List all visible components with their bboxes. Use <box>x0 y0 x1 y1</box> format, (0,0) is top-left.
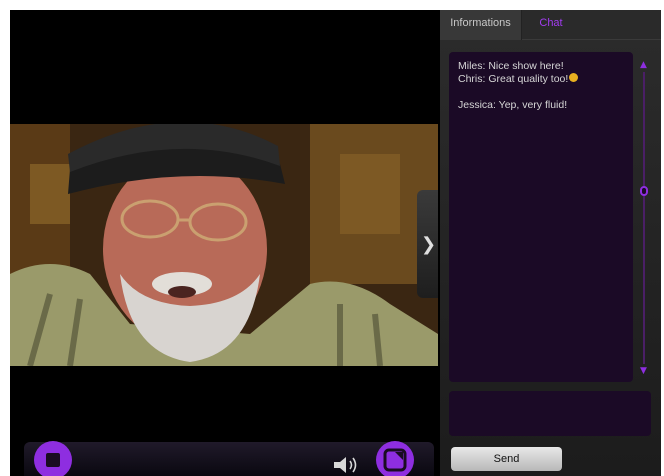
panel-tabs: Informations Chat <box>440 10 661 40</box>
chat-message-text: Chris: Great quality too! <box>458 73 569 85</box>
chat-message: Jessica: Yep, very fluid! <box>458 99 568 111</box>
chat-message: Chris: Great quality too! <box>458 73 624 86</box>
side-panel: Informations Chat Miles: Nice show here!… <box>440 10 661 476</box>
player-controls-bar <box>24 442 434 476</box>
tab-chat[interactable]: Chat <box>522 10 580 40</box>
chat-message: Miles: Nice show here! <box>458 60 564 72</box>
scrollbar-rail <box>643 72 645 364</box>
stop-button[interactable] <box>34 441 72 476</box>
tab-informations[interactable]: Informations <box>440 10 522 40</box>
chat-scrollbar[interactable]: ▲ ▼ <box>640 60 648 376</box>
chat-log[interactable]: Miles: Nice show here! Chris: Great qual… <box>449 52 633 382</box>
scrollbar-thumb[interactable] <box>640 186 648 196</box>
media-player: ❯ Informations Chat Miles: Nice show her… <box>10 10 661 476</box>
chat-input[interactable] <box>449 391 651 436</box>
send-button[interactable]: Send <box>451 447 562 471</box>
stop-icon <box>46 453 60 467</box>
video-area[interactable]: ❯ <box>10 10 438 476</box>
video-image <box>10 124 438 366</box>
fullscreen-button[interactable] <box>376 441 414 476</box>
chevron-right-icon: ❯ <box>421 234 437 255</box>
video-frame[interactable] <box>10 124 438 366</box>
scroll-down-icon[interactable]: ▼ <box>640 366 647 376</box>
volume-icon[interactable] <box>332 454 362 476</box>
panel-toggle-button[interactable]: ❯ <box>417 190 438 298</box>
scroll-up-icon[interactable]: ▲ <box>640 60 647 70</box>
fullscreen-icon <box>383 448 407 472</box>
smiley-emoji-icon <box>569 73 579 82</box>
